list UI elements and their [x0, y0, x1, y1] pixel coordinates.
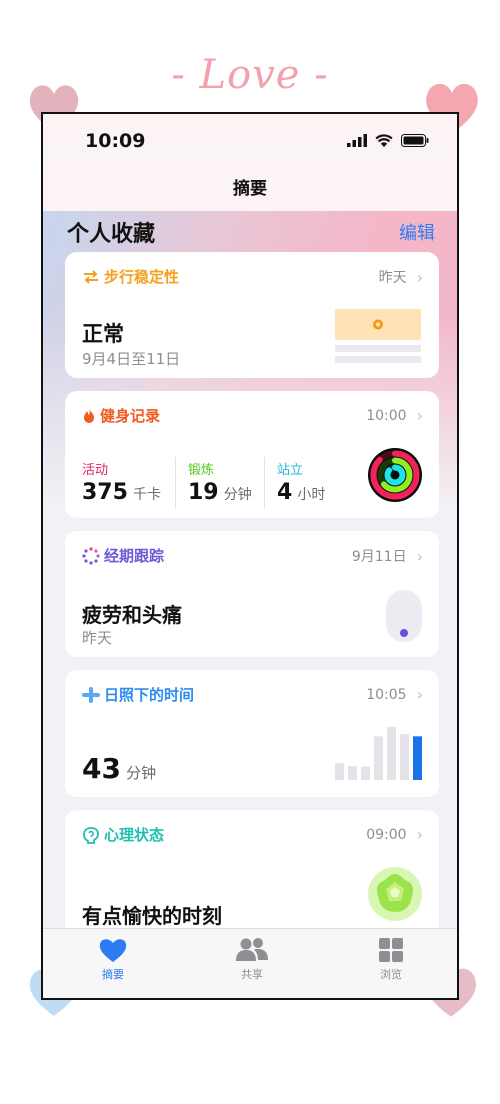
state-of-mind-value: 有点愉快的时刻 — [82, 904, 222, 928]
daylight-card[interactable]: 日照下的时间 10:05 › 43 分钟 — [65, 670, 439, 797]
divider — [175, 457, 176, 509]
move-label: 活动 — [82, 463, 109, 478]
stand-unit: 小时 — [297, 487, 326, 503]
exercise-label: 锻炼 — [188, 463, 215, 478]
fitness-record-time: 10:00 — [366, 407, 407, 424]
status-time: 10:09 — [85, 130, 146, 152]
chevron-right-icon: › — [416, 267, 423, 287]
chevron-right-icon: › — [416, 546, 423, 566]
tab-summary[interactable]: 摘要 — [73, 937, 153, 982]
divider — [264, 457, 265, 509]
daylight-title: 日照下的时间 — [104, 686, 195, 704]
daylight-bar — [335, 763, 344, 780]
edit-button[interactable]: 编辑 — [399, 219, 435, 245]
move-value: 375 — [82, 480, 128, 505]
exercise-stat: 锻炼 19 分钟 — [188, 459, 252, 505]
heart-icon — [99, 939, 127, 962]
daylight-bar — [348, 766, 357, 780]
cycle-tracking-card[interactable]: 经期跟踪 9月11日 › 疲劳和头痛 昨天 — [65, 531, 439, 657]
chevron-right-icon: › — [416, 406, 423, 425]
status-bar: 10:09 — [43, 114, 457, 169]
tab-browse[interactable]: 浏览 — [351, 937, 431, 982]
move-stat: 活动 375 千卡 — [82, 459, 161, 505]
nav-bar: 摘要 — [43, 169, 457, 211]
move-unit: 千卡 — [133, 487, 162, 503]
daylight-unit: 分钟 — [126, 764, 157, 782]
cycle-day-graphic — [386, 590, 422, 642]
walking-steadiness-title: 步行稳定性 — [104, 268, 180, 286]
stand-value: 4 — [277, 480, 293, 505]
phone-screen: 10:09 摘要 个人收藏 编辑 步行稳定性 昨天 › 正常 9月4日至11日 — [41, 112, 459, 1000]
tab-bar: 摘要 共享 浏览 — [43, 928, 457, 998]
stand-label: 站立 — [277, 463, 304, 478]
fitness-record-card[interactable]: 健身记录 10:00 › 活动 375 千卡 锻炼 19 分钟 站立 4 小时 — [65, 391, 439, 518]
exercise-unit: 分钟 — [223, 487, 252, 503]
battery-icon — [401, 134, 429, 147]
cycle-tracking-sub: 昨天 — [82, 629, 113, 647]
page-title: 摘要 — [233, 179, 267, 199]
daylight-bar — [400, 734, 409, 780]
daylight-bar — [413, 736, 422, 780]
daylight-bar — [361, 766, 370, 780]
daylight-bar — [374, 736, 383, 780]
walking-steadiness-card[interactable]: 步行稳定性 昨天 › 正常 9月4日至11日 — [65, 252, 439, 378]
wifi-icon — [375, 134, 393, 147]
cycle-tracking-value: 疲劳和头痛 — [82, 603, 182, 627]
daylight-bar-chart — [335, 726, 422, 780]
activity-rings-icon — [368, 448, 422, 502]
people-icon — [236, 938, 268, 961]
signal-icon — [347, 134, 367, 147]
state-of-mind-title: 心理状态 — [104, 826, 165, 844]
state-of-mind-time: 09:00 — [366, 826, 407, 843]
daylight-bar — [387, 726, 396, 780]
tab-sharing-label: 共享 — [241, 968, 263, 981]
chevron-right-icon: › — [416, 685, 423, 704]
mood-shape-icon — [368, 867, 422, 921]
steadiness-level-graphic — [335, 309, 421, 363]
brain-icon — [83, 826, 99, 844]
favorites-title: 个人收藏 — [67, 222, 156, 247]
fitness-record-title: 健身记录 — [100, 407, 161, 425]
tab-sharing[interactable]: 共享 — [212, 937, 292, 982]
walking-steadiness-time: 昨天 — [378, 270, 407, 286]
cycle-tracking-icon — [82, 546, 100, 565]
tab-summary-label: 摘要 — [102, 968, 124, 981]
walking-steadiness-icon — [84, 269, 98, 284]
grid-icon — [379, 938, 403, 962]
cycle-tracking-title: 经期跟踪 — [104, 547, 165, 565]
tab-browse-label: 浏览 — [380, 968, 402, 981]
cycle-tracking-time: 9月11日 — [351, 549, 407, 565]
walking-steadiness-range: 9月4日至11日 — [82, 350, 181, 368]
walking-steadiness-value: 正常 — [82, 322, 124, 346]
flame-icon — [84, 408, 94, 423]
exercise-value: 19 — [188, 480, 219, 505]
stand-stat: 站立 4 小时 — [277, 459, 325, 505]
daylight-time: 10:05 — [366, 686, 407, 703]
chevron-right-icon: › — [416, 825, 423, 844]
daylight-value: 43 — [82, 752, 121, 785]
daylight-icon — [82, 686, 100, 703]
